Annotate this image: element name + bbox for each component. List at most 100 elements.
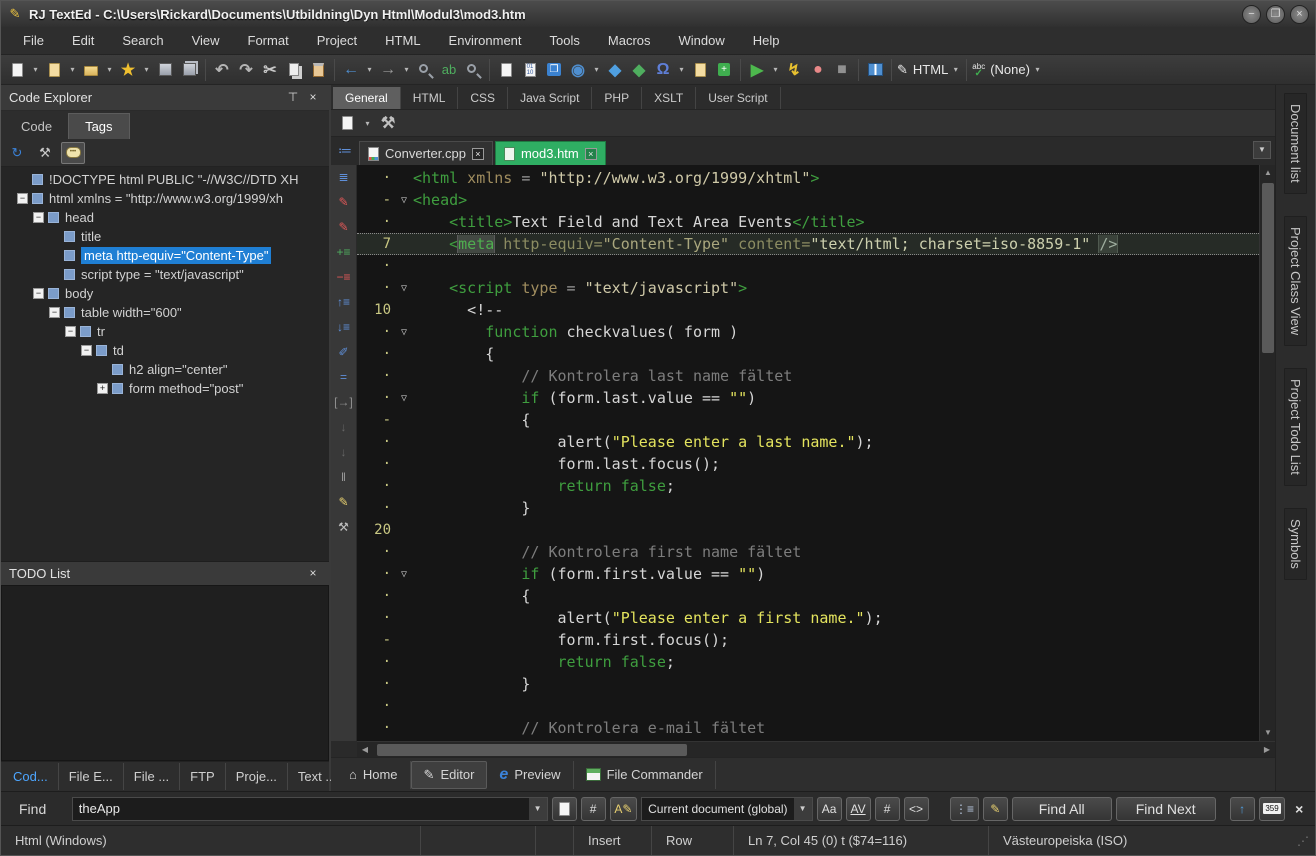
spell-check-dropdown[interactable]: ▾ — [1032, 58, 1043, 82]
code-line[interactable]: ·▽ if (form.first.value == "") — [357, 563, 1259, 585]
resize-grip[interactable]: ⋰ — [1297, 834, 1315, 848]
gem-green-button[interactable]: ◆ — [628, 58, 650, 82]
special-chars-dropdown[interactable]: ▾ — [676, 58, 687, 82]
code-line[interactable]: · // Kontrolera e-mail fältet — [357, 717, 1259, 739]
edit-pen-icon[interactable]: ✐ — [334, 344, 354, 360]
scroll-right-icon[interactable]: ▶ — [1259, 742, 1275, 758]
spell-check-button[interactable]: abc✓(None) — [972, 58, 1030, 82]
open-folder-dropdown[interactable]: ▾ — [104, 58, 115, 82]
move-line-down-icon[interactable]: ↓≡ — [334, 319, 354, 335]
collapse-icon[interactable]: − — [17, 193, 28, 204]
find-in-files-button[interactable] — [462, 58, 484, 82]
search-up-button[interactable]: ↑ — [1230, 797, 1255, 821]
code-line[interactable]: · { — [357, 585, 1259, 607]
html-toolbar-button[interactable]: ✎HTML — [897, 58, 948, 82]
comment-toggle-button[interactable]: ••• — [61, 142, 85, 164]
open-file-button[interactable] — [43, 58, 65, 82]
tags-button[interactable]: <> — [904, 797, 929, 821]
record-macro-button[interactable]: ● — [807, 58, 829, 82]
sidebar-tab-5[interactable]: Proje... — [226, 763, 288, 790]
right-tab-symbols[interactable]: Symbols — [1284, 508, 1307, 580]
tab-close-icon[interactable]: × — [585, 148, 597, 160]
forward-dropdown[interactable]: ▾ — [401, 58, 412, 82]
panels-button[interactable] — [864, 58, 886, 82]
refresh-button[interactable]: ↻ — [5, 142, 29, 164]
sidebar-tab-2[interactable]: File E... — [59, 763, 124, 790]
code-line[interactable]: · { — [357, 343, 1259, 365]
search-button[interactable] — [414, 58, 436, 82]
bracket-jump-icon[interactable]: [→] — [334, 394, 354, 410]
scroll-left-icon[interactable]: ◀ — [357, 742, 373, 758]
tree-node[interactable]: −tr — [1, 322, 329, 341]
code-line[interactable]: -▽<head> — [357, 189, 1259, 211]
pin-icon[interactable]: ⊤ — [285, 90, 301, 106]
run-button[interactable]: ▶ — [746, 58, 768, 82]
tree-node[interactable]: −body — [1, 284, 329, 303]
insert-line-icon[interactable]: +≡ — [334, 244, 354, 260]
plugin-button[interactable]: + — [713, 58, 735, 82]
toolbar-tab-html[interactable]: HTML — [401, 87, 459, 109]
hammer-icon[interactable]: ⚒ — [334, 519, 354, 535]
run-macro-button[interactable]: ↯ — [783, 58, 805, 82]
code-line[interactable]: · } — [357, 673, 1259, 695]
redo-button[interactable]: ↷ — [235, 58, 257, 82]
code-line[interactable]: · alert("Please enter a first name."); — [357, 607, 1259, 629]
code-explorer-tab-code[interactable]: Code — [5, 114, 68, 139]
view-tab-file-commander[interactable]: File Commander — [574, 761, 716, 789]
collapse-icon[interactable]: − — [33, 288, 44, 299]
toolbar-tab-php[interactable]: PHP — [592, 87, 642, 109]
new-file-button[interactable] — [6, 58, 28, 82]
document-tab-mod3-htm[interactable]: mod3.htm× — [495, 141, 606, 165]
new-from-template-button[interactable] — [336, 111, 358, 135]
paste-button[interactable] — [307, 58, 329, 82]
menu-format[interactable]: Format — [234, 28, 303, 53]
fold-marker[interactable]: ▽ — [395, 569, 413, 580]
sort-ascending-icon[interactable]: ↓ — [334, 419, 354, 435]
code-line[interactable]: · return false; — [357, 475, 1259, 497]
horizontal-scrollbar[interactable]: ◀ ▶ — [357, 741, 1275, 757]
code-line[interactable]: ·▽ if (form.last.value == "") — [357, 387, 1259, 409]
delete-line-icon[interactable]: −≡ — [334, 269, 354, 285]
menu-environment[interactable]: Environment — [435, 28, 536, 53]
tree-node[interactable]: −table width="600" — [1, 303, 329, 322]
code-line[interactable]: · } — [357, 497, 1259, 519]
menu-view[interactable]: View — [178, 28, 234, 53]
right-tab-project-todo-list[interactable]: Project Todo List — [1284, 368, 1307, 486]
favorites-button[interactable]: ★ — [117, 58, 139, 82]
tab-scroll-dropdown[interactable]: ▼ — [1253, 141, 1271, 159]
columns-icon[interactable]: ‖ — [334, 469, 354, 485]
search-scope-dropdown[interactable]: ▼ — [794, 798, 812, 820]
copy-button[interactable] — [283, 58, 305, 82]
line-numbers-button[interactable]: 01 10 — [519, 58, 541, 82]
code-line[interactable]: · <title>Text Field and Text Area Events… — [357, 211, 1259, 233]
fold-marker[interactable]: ▽ — [395, 327, 413, 338]
html-toolbar-dropdown[interactable]: ▾ — [950, 58, 961, 82]
menu-file[interactable]: File — [9, 28, 58, 53]
favorites-dropdown[interactable]: ▾ — [141, 58, 152, 82]
stop-button[interactable]: ■ — [831, 58, 853, 82]
expand-icon[interactable]: + — [97, 383, 108, 394]
save-button[interactable] — [154, 58, 176, 82]
code-explorer-tab-tags[interactable]: Tags — [68, 113, 129, 139]
setup-tools-button[interactable]: ⚒ — [33, 142, 57, 164]
close-button[interactable]: × — [1290, 5, 1309, 24]
maximize-button[interactable]: ❐ — [1266, 5, 1285, 24]
toolbar-tab-java-script[interactable]: Java Script — [508, 87, 592, 109]
tree-node[interactable]: title — [1, 227, 329, 246]
goto-line-button[interactable]: 359 — [1259, 797, 1286, 821]
code-line[interactable]: - form.first.focus(); — [357, 629, 1259, 651]
bookmark-add-icon[interactable]: ✎ — [334, 194, 354, 210]
new-from-template-dropdown[interactable]: ▾ — [362, 111, 373, 135]
toolbar-tab-xslt[interactable]: XSLT — [642, 87, 696, 109]
find-close-icon[interactable]: × — [1289, 801, 1309, 817]
match-case-button[interactable]: Aa — [817, 797, 842, 821]
list-results-button[interactable]: ⋮≡ — [950, 797, 979, 821]
find-history-dropdown[interactable]: ▼ — [529, 798, 547, 820]
code-line[interactable]: ·▽ function checkvalues( form ) — [357, 321, 1259, 343]
code-line[interactable]: · // Kontrolera last name fältet — [357, 365, 1259, 387]
code-line[interactable]: ·▽ <script type = "text/javascript"> — [357, 277, 1259, 299]
export-button[interactable]: ❐ — [543, 58, 565, 82]
collapse-icon[interactable]: − — [49, 307, 60, 318]
code-line[interactable]: · form.last.focus(); — [357, 453, 1259, 475]
toolbar-tab-css[interactable]: CSS — [458, 87, 508, 109]
